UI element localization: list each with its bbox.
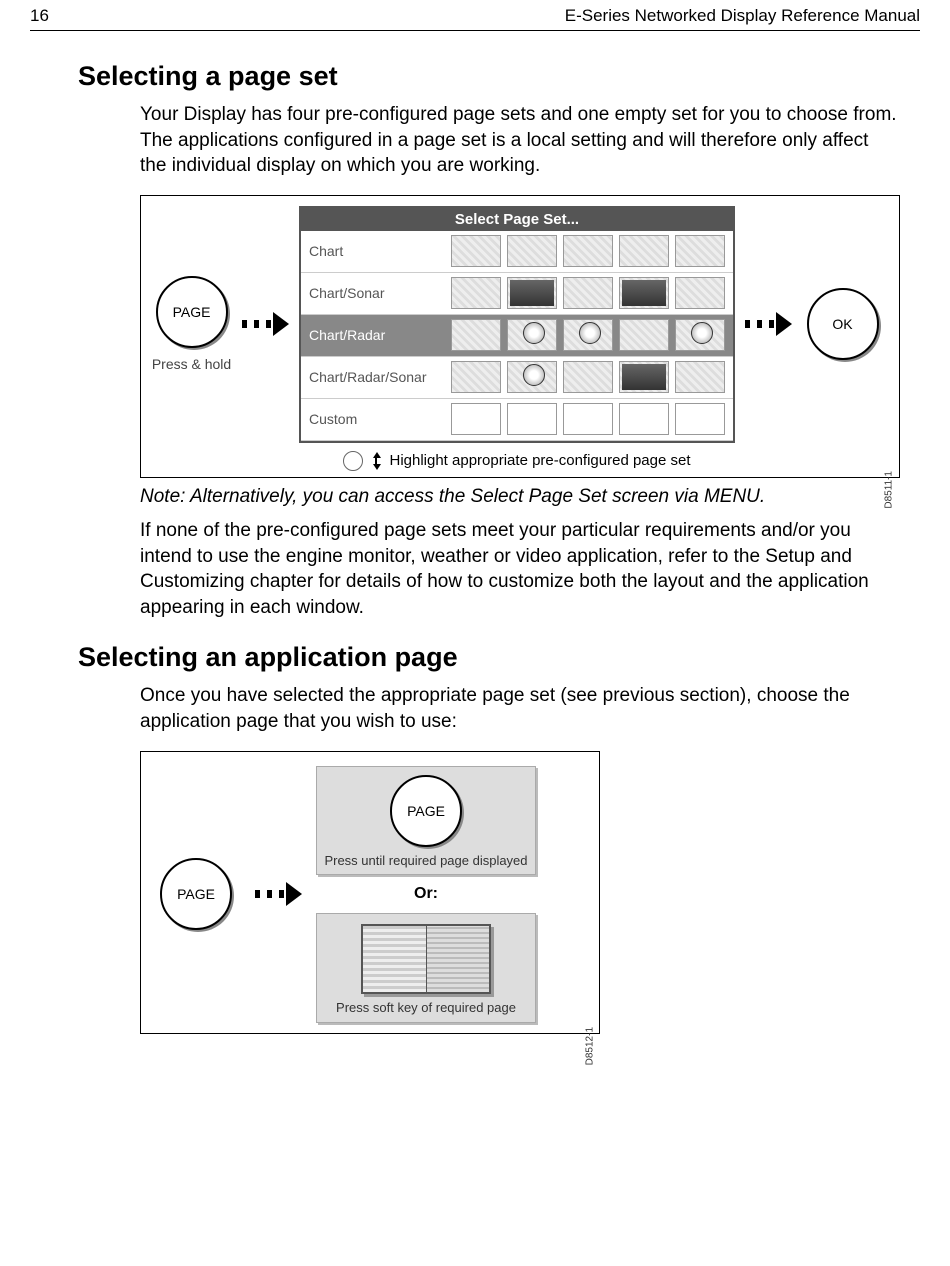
arrow-right-icon [242, 312, 289, 336]
row-chart-sonar[interactable]: Chart/Sonar [301, 273, 733, 315]
panel-top-caption: Press until required page displayed [323, 853, 529, 869]
page-number: 16 [30, 6, 49, 26]
page-button-caption: Press & hold [152, 356, 231, 373]
panel-softkey: Press soft key of required page [316, 913, 536, 1023]
figure-select-page-set: PAGE Press & hold Select Page Set... Cha… [140, 195, 900, 478]
page-button[interactable]: PAGE [160, 858, 232, 930]
section1-note: Note: Alternatively, you can access the … [140, 486, 898, 508]
row-label: Chart/Radar/Sonar [301, 369, 451, 385]
page-button-label: PAGE [177, 886, 215, 902]
manual-title: E-Series Networked Display Reference Man… [565, 6, 920, 26]
page-button-column: PAGE [151, 858, 241, 930]
row-chart[interactable]: Chart [301, 231, 733, 273]
section2-para1: Once you have selected the appropriate p… [140, 683, 898, 734]
row-label: Chart/Radar [301, 327, 451, 343]
softkey-thumbnail[interactable] [361, 924, 491, 994]
section1-para2: If none of the pre-configured page sets … [140, 518, 898, 621]
dialog-title: Select Page Set... [301, 208, 733, 231]
trackpad-icon [343, 451, 363, 471]
arrow-right-icon [745, 312, 792, 336]
panel-bot-caption: Press soft key of required page [323, 1000, 529, 1016]
page-button-label: PAGE [173, 304, 211, 320]
updown-arrow-icon [371, 452, 381, 470]
ok-button-label: OK [832, 316, 852, 332]
page-button-inner[interactable]: PAGE [390, 775, 462, 847]
section1-heading: Selecting a page set [78, 61, 920, 92]
row-label: Custom [301, 411, 451, 427]
row-chart-radar-sonar[interactable]: Chart/Radar/Sonar [301, 357, 733, 399]
section1-para1: Your Display has four pre-configured pag… [140, 102, 898, 179]
page-button-column: PAGE Press & hold [151, 276, 232, 373]
arrow-right-icon [255, 882, 302, 906]
row-chart-radar-selected[interactable]: Chart/Radar [301, 315, 733, 357]
row-label: Chart/Sonar [301, 285, 451, 301]
or-label: Or: [414, 885, 438, 903]
ok-button-column: OK [802, 288, 883, 360]
figure-select-application-page: PAGE PAGE Press until required page disp… [140, 751, 600, 1034]
page-button[interactable]: PAGE [156, 276, 228, 348]
row-label: Chart [301, 243, 451, 259]
figure-id: D8511-1 [884, 471, 895, 509]
ok-button[interactable]: OK [807, 288, 879, 360]
figure-caption-row: Highlight appropriate pre-configured pag… [151, 451, 883, 471]
section2-heading: Selecting an application page [78, 642, 920, 673]
page-button-inner-label: PAGE [407, 803, 445, 819]
figure-caption-text: Highlight appropriate pre-configured pag… [389, 452, 690, 469]
row-custom[interactable]: Custom [301, 399, 733, 441]
page-header: 16 E-Series Networked Display Reference … [30, 0, 920, 31]
panel-press-until: PAGE Press until required page displayed [316, 766, 536, 876]
select-page-set-dialog: Select Page Set... Chart Chart/Sonar Cha… [299, 206, 735, 443]
figure-id: D8512-1 [584, 1027, 595, 1065]
